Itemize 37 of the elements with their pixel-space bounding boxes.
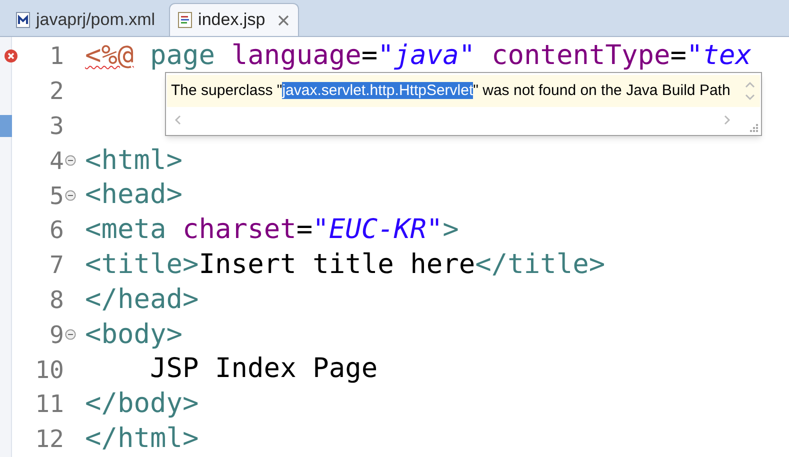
line-number: 1 (48, 41, 64, 72)
maven-file-icon (16, 12, 30, 28)
line-number: 6 (48, 215, 64, 246)
line-number: 4 (48, 146, 64, 177)
fold-icon[interactable] (65, 329, 76, 340)
code-line: <%@ page language="java" contentType="tex (85, 39, 752, 74)
fold-icon[interactable] (65, 155, 76, 166)
scroll-left-icon[interactable] (174, 115, 182, 125)
code-line: <body> (85, 318, 183, 352)
code-line: </html> (85, 422, 199, 456)
line-number: 3 (48, 111, 64, 142)
line-number: 12 (34, 424, 64, 456)
scroll-right-icon[interactable] (723, 115, 731, 125)
line-number: 7 (48, 250, 64, 282)
code-line: <title>Insert title here</title> (85, 248, 606, 282)
resize-grip-icon[interactable] (748, 122, 758, 132)
code-line: JSP Index Page (149, 352, 378, 386)
code-line: </head> (85, 282, 199, 317)
fold-icon[interactable] (65, 190, 76, 202)
occurrence-marker[interactable] (0, 114, 12, 137)
code-line: <meta charset="EUC-KR"> (85, 213, 459, 248)
code-line: </body> (85, 387, 199, 422)
editor-tab[interactable]: javaprj/pom.xml (8, 3, 164, 36)
code-line: <head> (85, 178, 183, 212)
editor-tab[interactable]: index.jsp (169, 3, 300, 36)
line-number: 2 (48, 76, 64, 108)
code-line: <html> (85, 144, 183, 178)
line-number: 11 (34, 389, 64, 420)
close-icon[interactable] (277, 14, 290, 26)
scroll-up-icon[interactable] (745, 81, 755, 89)
file-icon (178, 12, 192, 28)
line-number: 9 (48, 320, 64, 351)
error-message: The superclass "javax.servlet.http.HttpServlet" was not found on the Java Build Path (170, 80, 730, 101)
line-number: 5 (48, 180, 64, 212)
line-number: 8 (48, 284, 64, 316)
line-number: 10 (34, 354, 64, 386)
scroll-down-icon[interactable] (745, 93, 755, 101)
